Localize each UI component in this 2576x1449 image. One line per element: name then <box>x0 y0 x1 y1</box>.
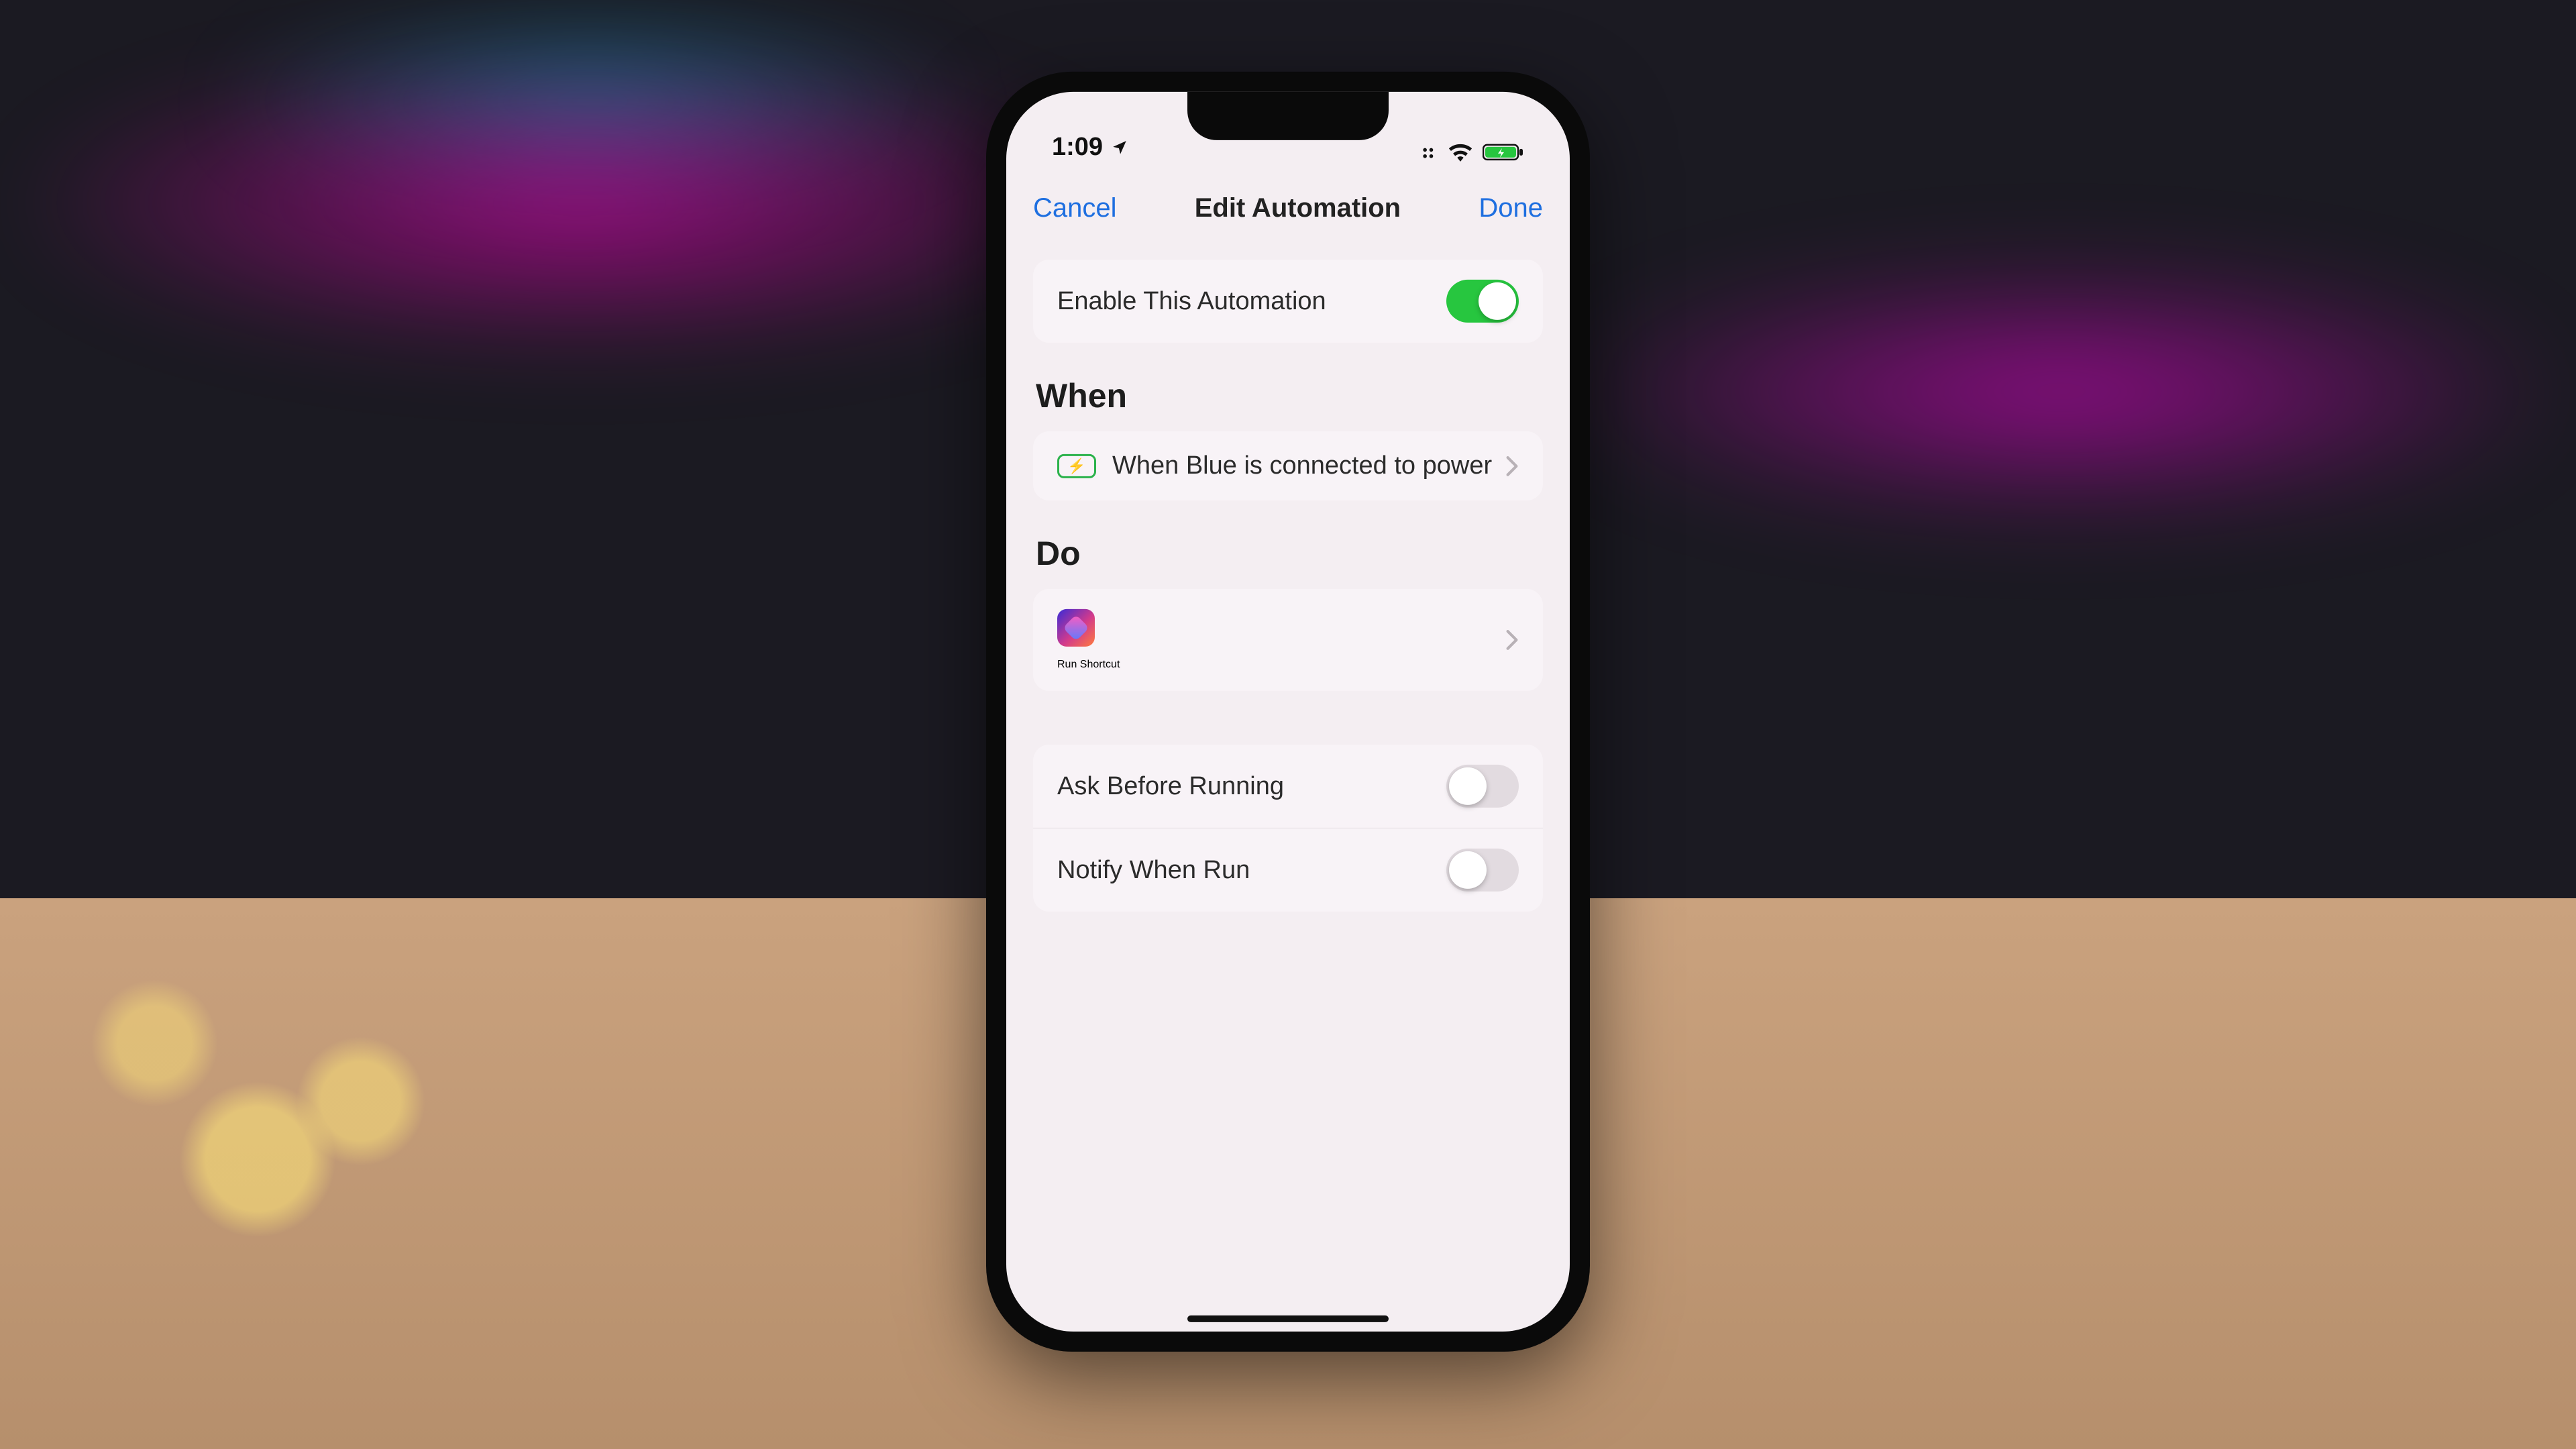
power-connected-icon: ⚡ <box>1057 453 1096 478</box>
when-row[interactable]: ⚡ When Blue is connected to power <box>1033 431 1543 500</box>
done-button[interactable]: Done <box>1479 193 1543 223</box>
status-time: 1:09 <box>1052 133 1103 162</box>
when-label: When Blue is connected to power <box>1112 451 1492 480</box>
enable-label: Enable This Automation <box>1057 286 1326 315</box>
cancel-button[interactable]: Cancel <box>1033 193 1117 223</box>
ask-before-running-toggle[interactable] <box>1446 765 1519 808</box>
page-title: Edit Automation <box>1195 193 1401 223</box>
do-card: Run Shortcut <box>1033 589 1543 691</box>
background-glow <box>0 44 1159 362</box>
screen: 1:09 <box>1006 92 1570 1332</box>
enable-card: Enable This Automation <box>1033 260 1543 343</box>
notify-when-run-toggle[interactable] <box>1446 849 1519 892</box>
focus-icon <box>1419 143 1438 162</box>
home-indicator[interactable] <box>1187 1316 1389 1322</box>
do-row[interactable]: Run Shortcut <box>1033 589 1543 691</box>
battery-charging-icon <box>1483 143 1524 162</box>
shortcuts-app-icon <box>1057 609 1095 647</box>
content: Enable This Automation When ⚡ When Blue … <box>1006 245 1570 1332</box>
notify-when-run-label: Notify When Run <box>1057 855 1250 884</box>
do-heading: Do <box>1036 534 1543 573</box>
when-heading: When <box>1036 376 1543 415</box>
background-glow <box>1546 261 2576 522</box>
enable-toggle[interactable] <box>1446 280 1519 323</box>
nav-bar: Cancel Edit Automation Done <box>1006 171 1570 245</box>
chevron-right-icon <box>1505 629 1519 651</box>
do-label: Run Shortcut <box>1057 659 1120 671</box>
ask-before-running-label: Ask Before Running <box>1057 771 1284 800</box>
phone-frame: 1:09 <box>986 72 1590 1352</box>
wifi-icon <box>1448 143 1473 162</box>
location-icon <box>1111 138 1128 156</box>
options-card: Ask Before Running Notify When Run <box>1033 745 1543 912</box>
chevron-right-icon <box>1505 455 1519 476</box>
notch <box>1187 92 1389 140</box>
when-card: ⚡ When Blue is connected to power <box>1033 431 1543 500</box>
